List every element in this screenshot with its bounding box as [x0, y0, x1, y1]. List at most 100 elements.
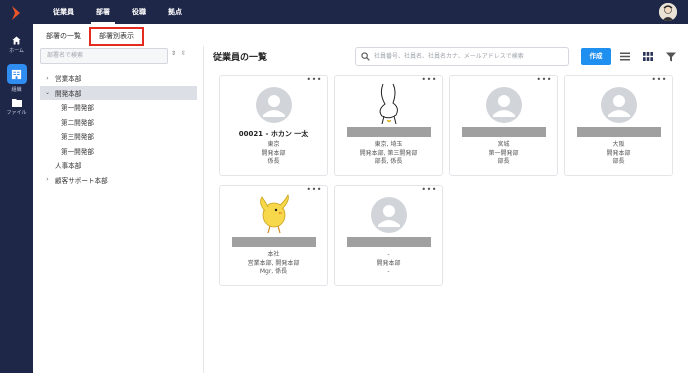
employee-department: 第一開発部 — [488, 149, 519, 157]
more-options-icon[interactable]: ••• — [306, 186, 322, 194]
employee-position: 部長 — [612, 158, 625, 165]
filter-icon[interactable] — [666, 52, 676, 62]
tab-employees[interactable]: 従業員 — [42, 0, 85, 24]
employee-card[interactable]: ••• 本社 営業本部, 開発本部 Mgr, 係長 — [219, 185, 328, 286]
folder-icon — [11, 99, 22, 107]
top-bar: 従業員 部署 役職 拠点 — [33, 0, 688, 24]
redacted-name — [462, 127, 546, 137]
avatar-placeholder — [256, 87, 292, 123]
user-avatar[interactable] — [659, 3, 677, 21]
employee-department: 開発本部 — [376, 259, 401, 267]
redacted-name — [232, 237, 316, 247]
person-icon — [608, 95, 630, 117]
employee-card[interactable]: ••• 大阪 開発本部 部長 — [564, 75, 673, 176]
tree-item[interactable]: › 営業本部 — [40, 71, 197, 86]
rail-files-label: ファイル — [6, 110, 27, 116]
more-options-icon[interactable]: ••• — [536, 76, 552, 84]
tree-item-label: 顧客サポート本部 — [55, 176, 108, 185]
employee-location: 東京 — [267, 141, 280, 148]
tree-item[interactable]: 第二開発部 — [40, 115, 197, 130]
org-icon — [11, 69, 22, 79]
employee-details: - 開発本部 - — [335, 251, 442, 277]
more-options-icon[interactable]: ••• — [421, 186, 437, 194]
search-icon — [361, 52, 370, 61]
tree-item[interactable]: 第三開発部 — [40, 129, 197, 144]
employee-location: 宮城 — [497, 141, 510, 148]
tree-item[interactable]: 第一開発部 — [40, 100, 197, 115]
person-icon — [493, 95, 515, 117]
user-avatar-illustration — [659, 3, 677, 21]
employee-details: 東京 開発本部 係長 — [220, 141, 327, 167]
grid-view-icon[interactable] — [643, 52, 653, 61]
top-nav: 従業員 部署 役職 拠点 — [42, 0, 193, 24]
chevron-right-icon[interactable]: › — [43, 176, 52, 183]
subtab-dept-list[interactable]: 部署の一覧 — [38, 26, 89, 46]
employee-card[interactable]: ••• 宮城 第一開発部 部長 — [449, 75, 558, 176]
employee-department: 営業本部, 開発本部 — [247, 259, 300, 267]
expand-all-icon[interactable]: ⇕ — [171, 50, 181, 57]
employee-department: 開発本部 — [261, 149, 286, 157]
list-view-icon[interactable] — [620, 52, 630, 61]
create-button[interactable]: 作成 — [581, 48, 611, 65]
avatar-placeholder — [371, 197, 407, 233]
tree-item-selected[interactable]: ⌄ 開発本部 — [40, 85, 197, 100]
chevron-right-icon[interactable]: › — [43, 75, 52, 82]
employee-search-input[interactable]: 社員番号、社員名、社員名カナ、メールアドレスで検索 — [355, 47, 569, 66]
home-icon — [12, 36, 21, 45]
rail-home[interactable]: ホーム — [0, 36, 33, 54]
employee-location: - — [387, 251, 390, 258]
avatar-placeholder — [486, 87, 522, 123]
tree-item-label: 開発本部 — [55, 89, 82, 98]
app-logo-icon[interactable] — [9, 6, 23, 20]
pane-divider[interactable] — [203, 46, 204, 373]
more-options-icon[interactable]: ••• — [306, 76, 322, 84]
tree-item-label: 第一開発部 — [61, 104, 94, 113]
employee-location: 本社 — [267, 251, 280, 258]
employee-details: 東京, 埼玉 開発本部, 第三開発部 部長, 係長 — [335, 141, 442, 167]
collapse-all-icon[interactable]: ⇳ — [181, 50, 191, 57]
page-title: 従業員の一覧 — [213, 53, 268, 63]
employee-department: 開発本部, 第三開発部 — [359, 149, 418, 157]
subtab-by-dept[interactable]: 部署別表示 — [89, 27, 144, 46]
employee-details: 宮城 第一開発部 部長 — [450, 141, 557, 167]
left-rail: ホーム 組織 ファイル — [0, 0, 33, 373]
search-placeholder: 社員番号、社員名、社員名カナ、メールアドレスで検索 — [374, 53, 524, 60]
redacted-name — [347, 237, 431, 247]
employee-position: Mgr, 係長 — [259, 268, 288, 275]
rail-org[interactable]: 組織 — [0, 64, 33, 93]
rail-org-highlight — [6, 64, 27, 84]
tree-item[interactable]: 第一開発部 — [40, 144, 197, 159]
rail-files[interactable]: ファイル — [0, 98, 33, 116]
tree-item-label: 第三開発部 — [61, 133, 94, 142]
employee-location: 大阪 — [612, 141, 625, 148]
employee-department: 開発本部 — [606, 149, 631, 157]
sub-tabs: 部署の一覧 部署別表示 — [33, 26, 144, 46]
more-options-icon[interactable]: ••• — [421, 76, 437, 84]
tree-item[interactable]: 人事本部 — [40, 158, 197, 173]
tab-locations[interactable]: 拠点 — [157, 0, 193, 24]
tree-item[interactable]: › 顧客サポート本部 — [40, 173, 197, 188]
tab-departments[interactable]: 部署 — [85, 0, 121, 24]
employee-details: 大阪 開発本部 部長 — [565, 141, 672, 167]
tree-item-label: 営業本部 — [55, 75, 82, 84]
employee-name[interactable]: 00021 - ホカン 一太 — [220, 129, 327, 139]
tree-item-label: 第一開発部 — [61, 147, 94, 156]
illustration-avatar — [379, 83, 398, 125]
employee-details: 本社 営業本部, 開発本部 Mgr, 係長 — [220, 251, 327, 277]
employee-card[interactable]: ••• - 開発本部 - — [334, 185, 443, 286]
person-icon — [378, 205, 400, 227]
more-options-icon[interactable]: ••• — [651, 76, 667, 84]
employee-position: 部長 — [497, 158, 510, 165]
tree-item-label: 人事本部 — [55, 162, 82, 171]
tree-item-label: 第二開発部 — [61, 118, 94, 127]
rail-home-label: ホーム — [9, 48, 24, 54]
employee-card[interactable]: ••• 00021 - ホカン 一太 東京 開発本部 係長 — [219, 75, 328, 176]
employee-position: - — [387, 268, 390, 275]
expand-collapse-icons[interactable]: ⇕⇳ — [171, 50, 191, 57]
employee-card[interactable]: ••• 東京, 埼玉 開発本部, 第三開発部 部長, 係長 — [334, 75, 443, 176]
tab-positions[interactable]: 役職 — [121, 0, 157, 24]
dept-search-input[interactable]: 部署名で検索 — [40, 48, 168, 64]
chevron-down-icon[interactable]: ⌄ — [43, 89, 52, 96]
employee-position: 部長, 係長 — [374, 158, 403, 165]
avatar-placeholder — [601, 87, 637, 123]
